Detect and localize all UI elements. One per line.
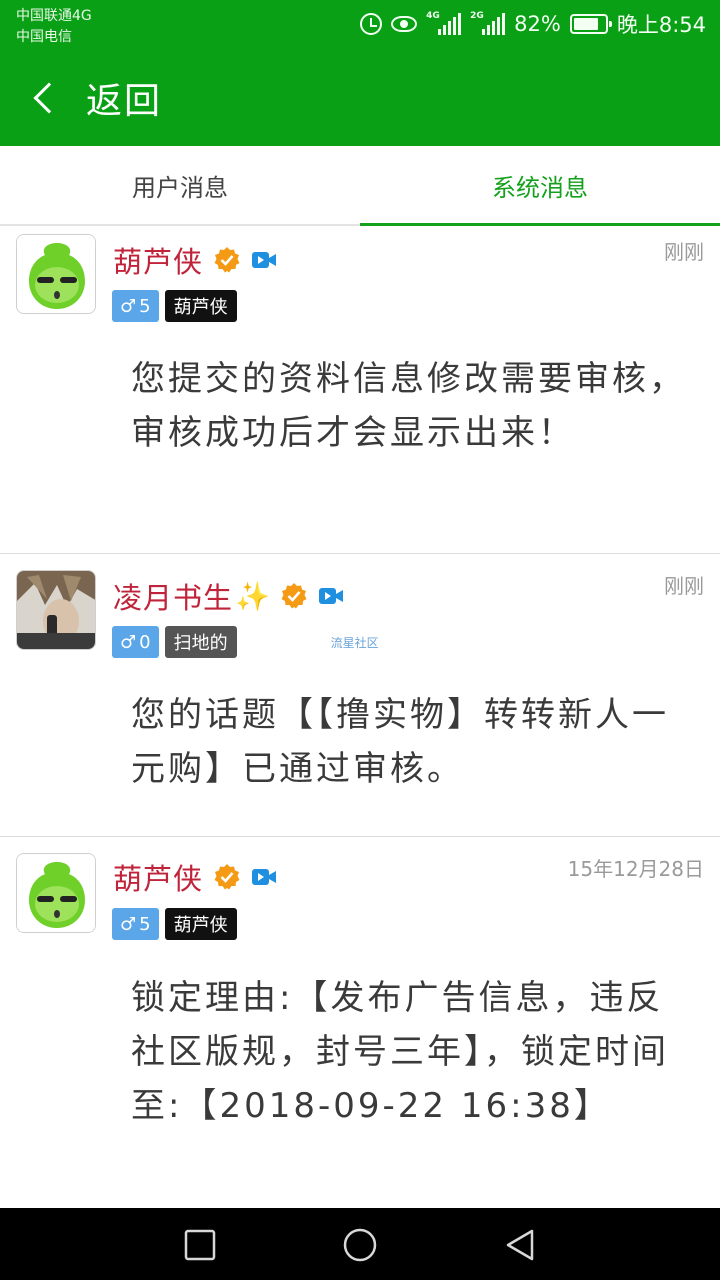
verified-badge-icon [281,583,307,609]
sparkle-emoji: ✨ [235,579,270,613]
message-content: 锁定理由:【发布广告信息，违反社区版规，封号三年】，锁定时间至:【2018-09… [131,978,669,1126]
signal-strength-icon: 4G [426,11,462,35]
avatar[interactable] [16,853,96,933]
level-value: 0 [139,631,151,653]
alarm-icon [360,13,383,35]
status-bar: 中国联通4G 中国电信 4G 2G 82% 晚上8:54 [0,0,720,48]
app-header: 中国联通4G 中国电信 4G 2G 82% 晚上8:54 返回 [0,0,720,146]
male-icon: ♂ [120,631,137,653]
role-badge: 葫芦侠 [164,290,237,322]
sender-row: 葫芦侠 [113,857,277,897]
badge-row: ♂ 5 葫芦侠 [112,908,237,940]
back-label: 返回 [86,81,163,122]
video-camera-icon [318,588,343,604]
eye-comfort-icon [391,16,418,32]
chevron-left-icon [33,82,65,114]
signal-type-label-2: 2G [470,11,484,21]
video-camera-icon [252,869,277,885]
signal-type-label: 4G [426,11,440,21]
status-indicators: 4G 2G 82% 晚上8:54 [360,8,706,40]
sender-row: 葫芦侠 [113,240,277,280]
message-tabs: 用户消息 系统消息 [0,146,720,226]
level-badge: ♂ 0 [112,626,159,658]
male-icon: ♂ [120,913,137,935]
level-badge: ♂ 5 [112,908,159,940]
navigation-bar: 返回 [0,48,720,146]
signal-strength-icon-2: 2G [470,11,506,35]
battery-icon [569,14,612,34]
system-navigation-bar [0,1208,720,1280]
verified-badge-icon [214,247,240,273]
home-icon[interactable] [343,1228,377,1262]
level-value: 5 [139,913,151,935]
sender-name[interactable]: 凌月书生 [113,575,233,617]
role-badge: 葫芦侠 [164,908,237,940]
badge-row: ♂ 5 葫芦侠 [112,290,237,322]
carrier-primary: 中国联通4G [16,8,92,24]
clock: 晚上8:54 [616,13,706,37]
watermark-text: 流星社区 [330,635,379,650]
level-badge: ♂ 5 [112,290,159,322]
level-value: 5 [139,295,151,317]
tab-system-messages[interactable]: 系统消息 [360,146,720,226]
badge-row: ♂ 0 扫地的 流星社区 [112,626,379,658]
sender-name[interactable]: 葫芦侠 [113,239,203,281]
verified-badge-icon [214,864,240,890]
sender-name[interactable]: 葫芦侠 [113,856,203,898]
back-button[interactable]: 返回 [24,70,162,126]
message-item[interactable]: 凌月书生 ✨ ♂ 0 扫地的 流星社区 刚刚 您的话题【【撸实物】转转新人一元购】… [0,554,720,836]
message-time: 刚刚 [664,240,704,264]
role-badge: 扫地的 [164,626,237,658]
avatar[interactable] [16,570,96,650]
battery-percent: 82% [514,12,561,36]
message-time: 15年12月28日 [567,857,704,881]
back-nav-icon[interactable] [503,1228,537,1262]
message-item[interactable]: 葫芦侠 ♂ 5 葫芦侠 15年12月28日 锁定理由:【发布广告信息，违反社区版规… [0,837,720,1208]
video-camera-icon [252,252,277,268]
tab-user-messages[interactable]: 用户消息 [0,146,360,224]
message-content: 您的话题【【撸实物】转转新人一元购】已通过审核。 [131,695,669,789]
message-time: 刚刚 [664,574,704,598]
message-item[interactable]: 葫芦侠 ♂ 5 葫芦侠 刚刚 您提交的资料信息修改需要审核，审核成功后才会显示出来… [0,228,720,552]
sender-row: 凌月书生 ✨ [113,576,344,616]
carrier-secondary: 中国电信 [16,29,72,45]
male-icon: ♂ [120,295,137,317]
avatar[interactable] [16,234,96,314]
recent-apps-icon[interactable] [183,1228,217,1262]
message-content: 您提交的资料信息修改需要审核，审核成功后才会显示出来！ [131,359,686,453]
